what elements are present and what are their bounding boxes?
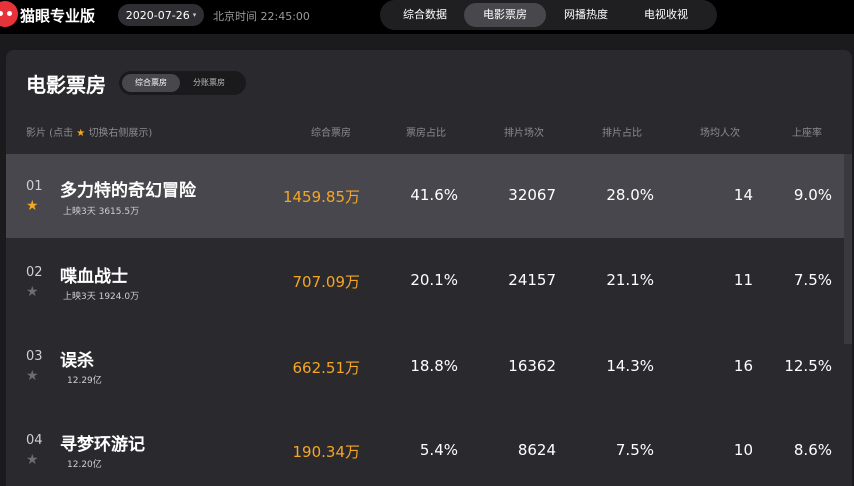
box-office-value: 1459.85万 (282, 188, 360, 206)
box-office-panel: 电影票房 综合票房 分账票房 影片 (点击 ★ 切换右侧展示) 综合票房 票房占… (6, 50, 852, 486)
avg-attendance-value: 11 (733, 271, 753, 289)
screening-share-value: 7.5% (615, 441, 654, 459)
table-row[interactable]: 01 多力特的奇幻冒险 ★ 上映3天 3615.5万 1459.85万 41.6… (6, 154, 844, 238)
column-header-box-share[interactable]: 票房占比 (406, 124, 446, 139)
chevron-down-icon: ▾ (192, 11, 197, 19)
box-share-value: 41.6% (410, 186, 458, 204)
column-header-screening-share[interactable]: 排片占比 (602, 124, 642, 139)
tab-movie-box-office[interactable]: 电影票房 (464, 3, 546, 27)
occupancy-value: 12.5% (784, 357, 832, 375)
film-column-header[interactable]: 影片 (点击 ★ 切换右侧展示) (26, 124, 152, 139)
tab-tv-ratings[interactable]: 电视收视 (626, 3, 706, 27)
screening-share-value: 21.1% (606, 271, 654, 289)
column-header-occupancy[interactable]: 上座率 (792, 124, 822, 139)
rank-number: 02 (26, 265, 43, 280)
box-office-value: 662.51万 (292, 359, 361, 377)
screening-share-value: 28.0% (606, 186, 654, 204)
star-icon[interactable]: ★ (26, 368, 39, 384)
tab-overall-data[interactable]: 综合数据 (386, 3, 464, 27)
main-tabs: 综合数据 电影票房 网播热度 电视收视 (380, 0, 717, 30)
rank-number: 03 (26, 349, 43, 364)
screenings-value: 24157 (508, 271, 556, 289)
column-header-box-office[interactable]: 综合票房 (311, 124, 351, 139)
star-icon[interactable]: ★ (26, 198, 39, 214)
avg-attendance-value: 16 (733, 357, 753, 375)
table-header: 影片 (点击 ★ 切换右侧展示) 综合票房 票房占比 排片场次 排片占比 场均人… (6, 124, 852, 150)
occupancy-value: 8.6% (793, 441, 832, 459)
column-header-avg-attendance[interactable]: 场均人次 (700, 124, 740, 139)
table-row[interactable]: 03 误杀 ★ 12.29亿 662.51万 18.8% 16362 14.3%… (6, 322, 844, 406)
timestamp: 北京时间 22:45:00 (213, 10, 310, 23)
date-selector[interactable]: 2020-07-26 ▾ (118, 4, 204, 26)
avg-attendance-value: 10 (733, 441, 753, 459)
toggle-overall-box-office[interactable]: 综合票房 (122, 74, 180, 92)
star-icon: ★ (76, 128, 86, 139)
brand-name[interactable]: 猫眼专业版 (20, 5, 95, 26)
box-share-value: 18.8% (410, 357, 458, 375)
column-header-screenings[interactable]: 排片场次 (504, 124, 544, 139)
tab-web-streaming-heat[interactable]: 网播热度 (546, 3, 626, 27)
box-share-value: 5.4% (419, 441, 458, 459)
movie-title: 寻梦环游记 (60, 435, 145, 455)
movie-subtitle: 上映3天 3615.5万 (63, 207, 140, 217)
movie-title: 误杀 (60, 351, 94, 371)
box-office-type-toggle: 综合票房 分账票房 (119, 71, 246, 95)
toggle-split-box-office[interactable]: 分账票房 (180, 74, 238, 92)
movie-subtitle: 12.20亿 (67, 460, 102, 470)
occupancy-value: 9.0% (793, 186, 832, 204)
screenings-value: 8624 (517, 441, 556, 459)
scrollbar-thumb[interactable] (844, 154, 852, 344)
top-bar: 猫眼专业版 2020-07-26 ▾ 北京时间 22:45:00 综合数据 电影… (0, 0, 854, 34)
movie-title: 多力特的奇幻冒险 (60, 181, 196, 201)
table-row[interactable]: 04 寻梦环游记 ★ 12.20亿 190.34万 5.4% 8624 7.5%… (6, 406, 844, 486)
star-icon[interactable]: ★ (26, 284, 39, 300)
movie-subtitle: 上映3天 1924.0万 (63, 292, 140, 302)
movie-subtitle: 12.29亿 (67, 376, 102, 386)
box-office-value: 707.09万 (292, 273, 361, 291)
date-value: 2020-07-26 (125, 8, 190, 22)
occupancy-value: 7.5% (793, 271, 832, 289)
box-office-value: 190.34万 (292, 443, 361, 461)
cat-logo-icon[interactable] (0, 1, 18, 27)
movie-title: 喋血战士 (60, 267, 128, 287)
box-share-value: 20.1% (410, 271, 458, 289)
table-row[interactable]: 02 喋血战士 ★ 上映3天 1924.0万 707.09万 20.1% 241… (6, 238, 844, 322)
avg-attendance-value: 14 (733, 186, 753, 204)
screening-share-value: 14.3% (606, 357, 654, 375)
star-icon[interactable]: ★ (26, 452, 39, 468)
panel-title: 电影票房 (26, 73, 106, 97)
rank-number: 04 (26, 433, 43, 448)
screenings-value: 32067 (508, 186, 556, 204)
rank-number: 01 (26, 179, 43, 194)
screenings-value: 16362 (508, 357, 556, 375)
